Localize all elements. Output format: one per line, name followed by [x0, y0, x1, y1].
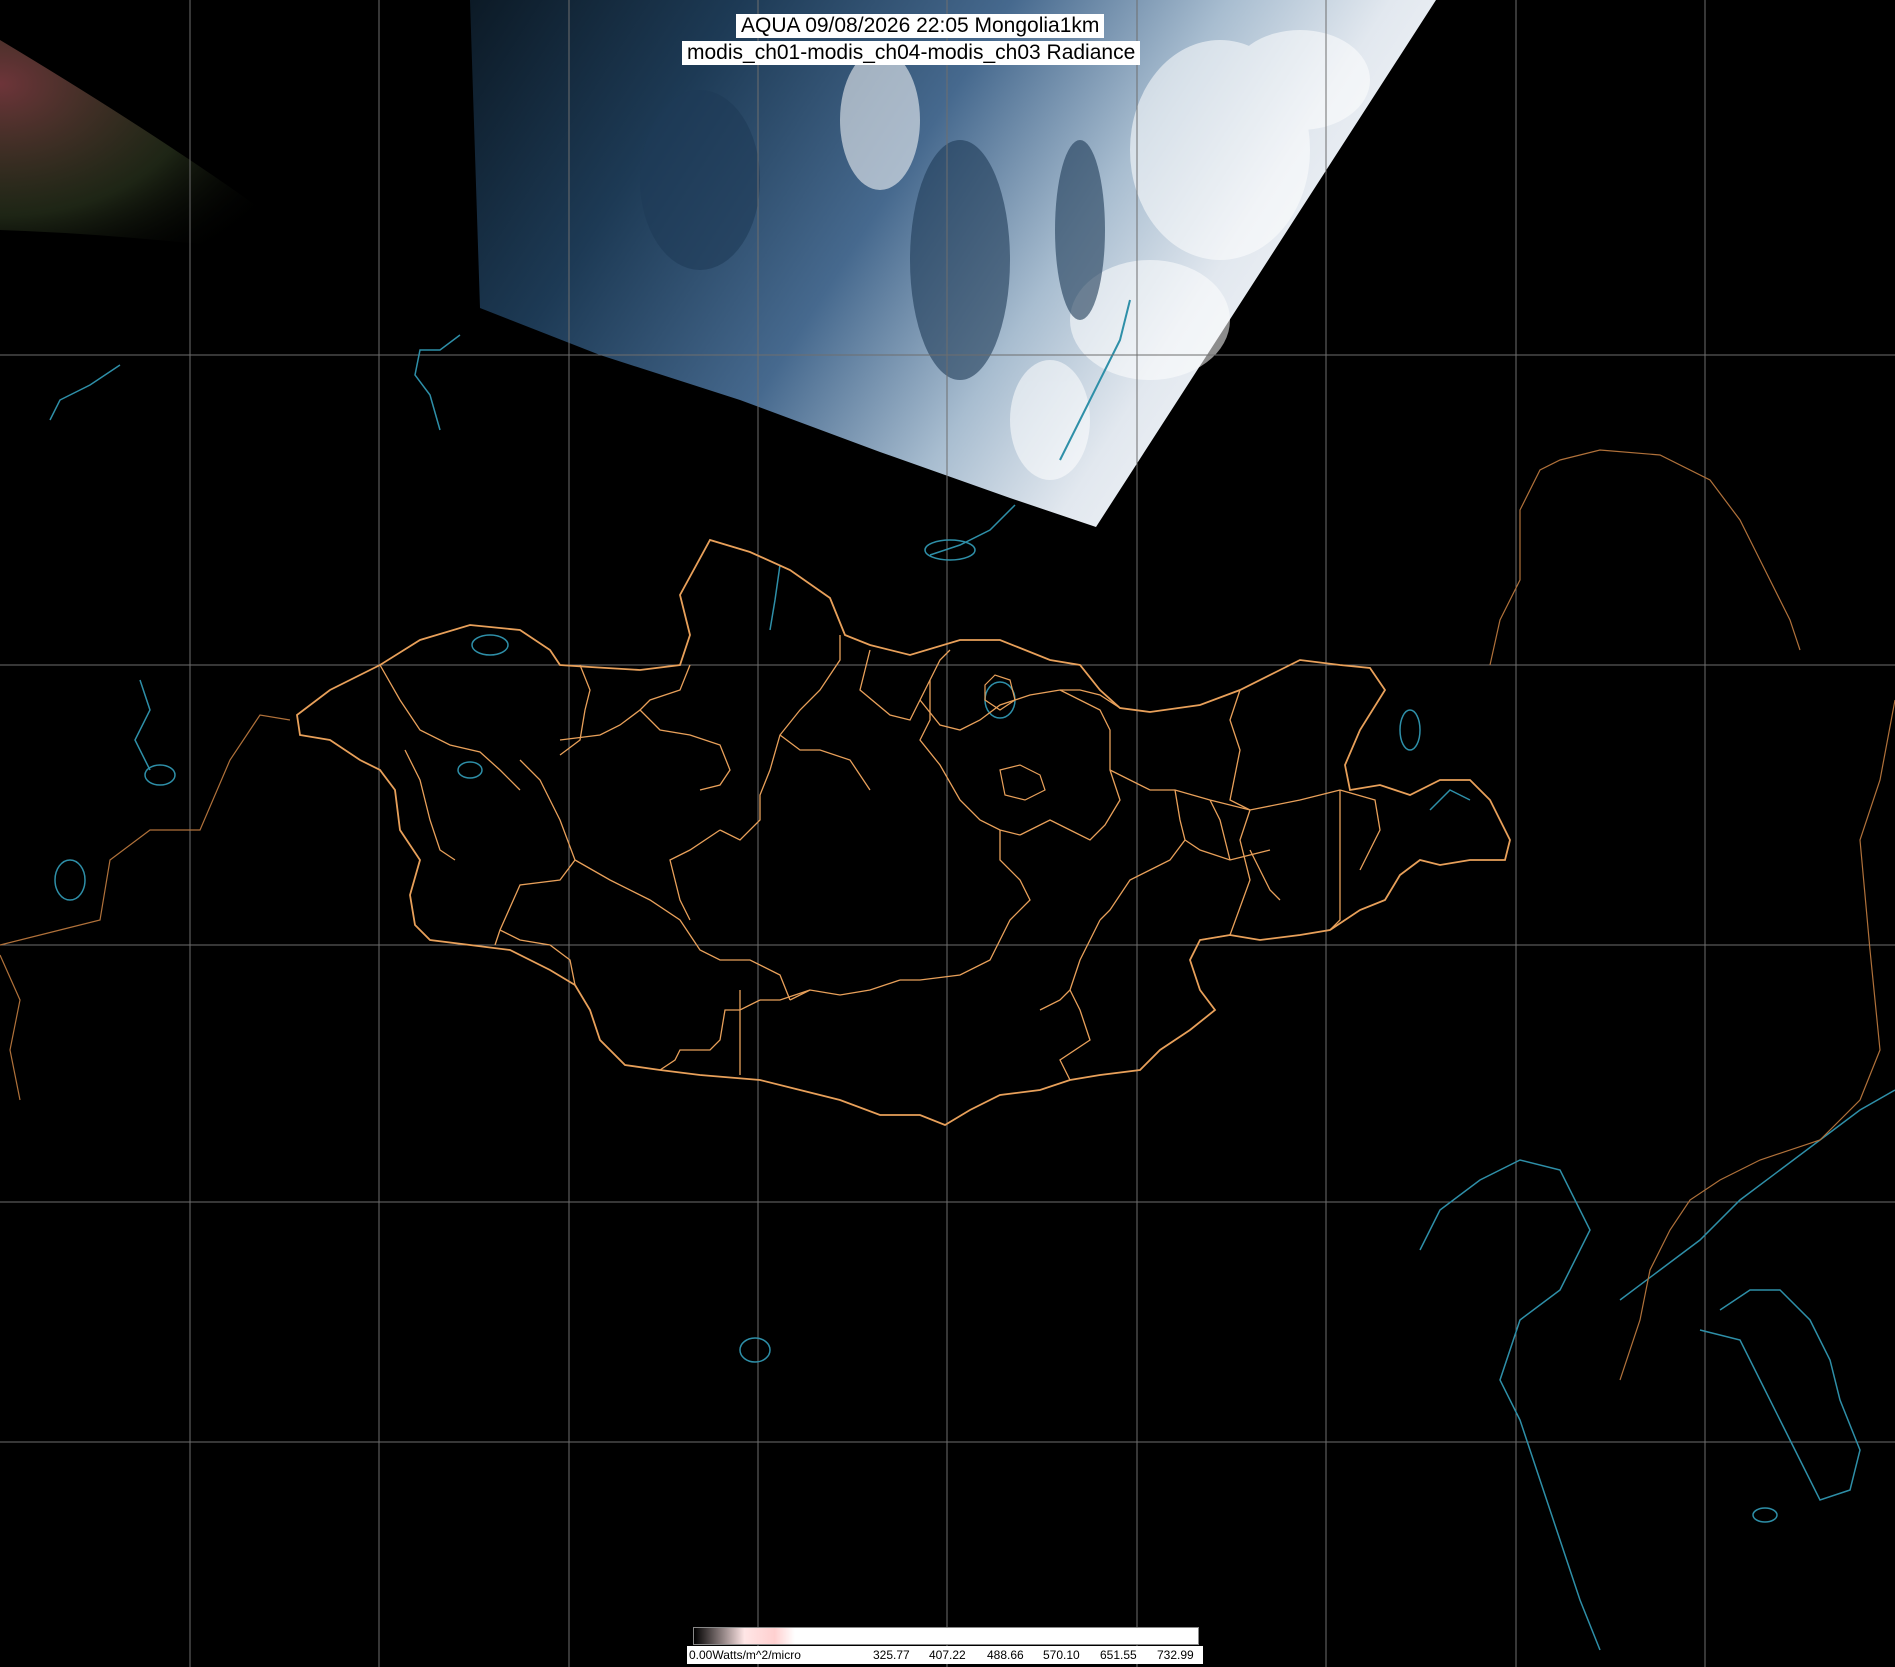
colorbar-unit-label: 0.00Watts/m^2/micro [689, 1648, 801, 1662]
colorbar-tick-label: 488.66 [987, 1648, 1024, 1662]
colorbar-tick-label: 407.22 [929, 1648, 966, 1662]
colorbar-tick-label: 651.55 [1100, 1648, 1137, 1662]
title-line-2: modis_ch01-modis_ch04-modis_ch03 Radianc… [682, 41, 1141, 65]
coastlines-and-lakes [49, 334, 1895, 1651]
province-borders [379, 635, 1381, 1081]
satellite-map [0, 0, 1895, 1667]
satellite-swath [470, 0, 1436, 527]
colorbar-tick-label: 732.99 [1157, 1648, 1194, 1662]
colorbar: 0.00Watts/m^2/micro 325.77 407.22 488.66… [687, 1624, 1203, 1667]
colorbar-tick-label: 570.10 [1043, 1648, 1080, 1662]
mongolia-border [296, 538, 1511, 1127]
noise-artifact [0, 40, 330, 260]
colorbar-labels: 0.00Watts/m^2/micro 325.77 407.22 488.66… [687, 1646, 1203, 1664]
colorbar-gradient [693, 1627, 1199, 1645]
colorbar-tick-label: 325.77 [873, 1648, 910, 1662]
title-line-1: AQUA 09/08/2026 22:05 Mongolia1km [736, 14, 1105, 38]
